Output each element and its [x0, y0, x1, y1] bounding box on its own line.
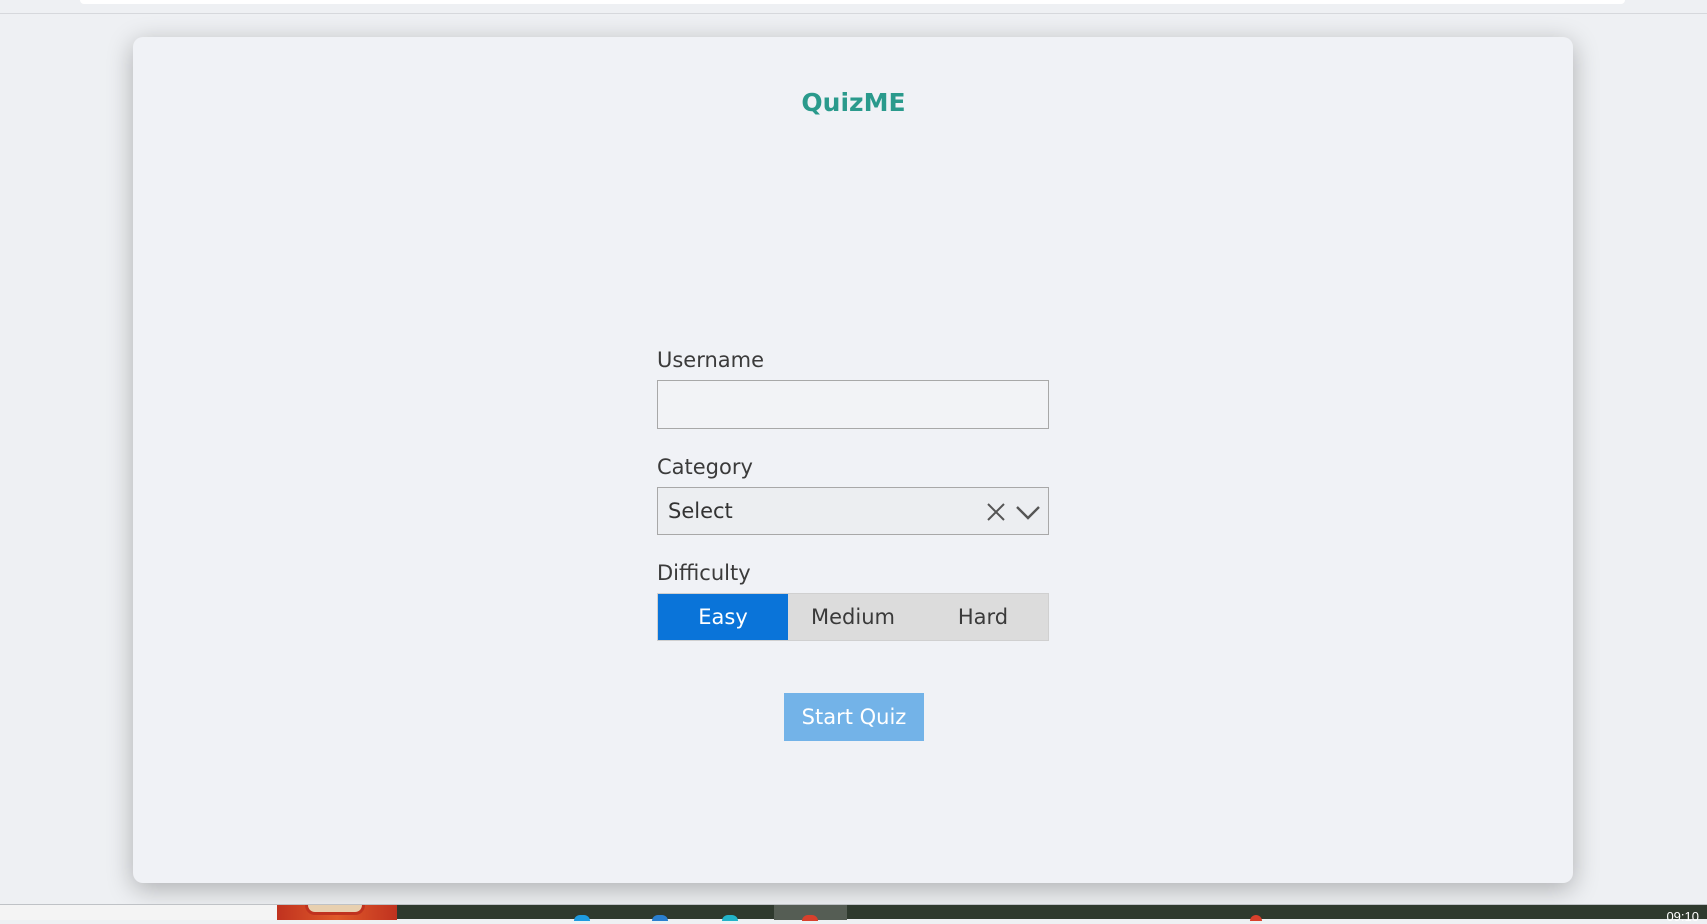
browser-tab-bar	[80, 0, 1625, 4]
clear-icon[interactable]	[984, 500, 1008, 524]
difficulty-label: Difficulty	[657, 561, 751, 585]
username-label: Username	[657, 348, 765, 372]
browser-top-strip	[0, 0, 1707, 14]
taskbar-thumbnail-image[interactable]	[277, 905, 397, 920]
category-select[interactable]: Select	[657, 487, 1049, 535]
browser-icon	[802, 915, 818, 921]
start-quiz-button[interactable]: Start Quiz	[784, 693, 924, 741]
os-taskbar: 09:10	[0, 904, 1707, 924]
app-icon[interactable]	[1250, 915, 1262, 921]
app-icon[interactable]	[722, 915, 738, 921]
taskbar-blank-area	[0, 905, 277, 920]
username-input[interactable]	[657, 380, 1049, 429]
difficulty-option-easy[interactable]: Easy	[658, 594, 788, 640]
thumbnail-graphic	[305, 905, 365, 915]
app-icon[interactable]	[652, 915, 668, 921]
app-icon[interactable]	[574, 915, 590, 921]
quiz-setup-form: Username Category Select Difficulty Easy…	[657, 345, 1049, 641]
app-title: QuizME	[801, 88, 906, 117]
chevron-down-icon[interactable]	[1014, 500, 1042, 524]
taskbar-active-app[interactable]	[774, 905, 847, 921]
taskbar-clock: 09:10	[1666, 909, 1699, 924]
category-selected-value: Select	[668, 499, 733, 523]
difficulty-option-hard[interactable]: Hard	[918, 594, 1048, 640]
difficulty-option-medium[interactable]: Medium	[788, 594, 918, 640]
difficulty-segmented-control: Easy Medium Hard	[657, 593, 1049, 641]
category-label: Category	[657, 455, 753, 479]
